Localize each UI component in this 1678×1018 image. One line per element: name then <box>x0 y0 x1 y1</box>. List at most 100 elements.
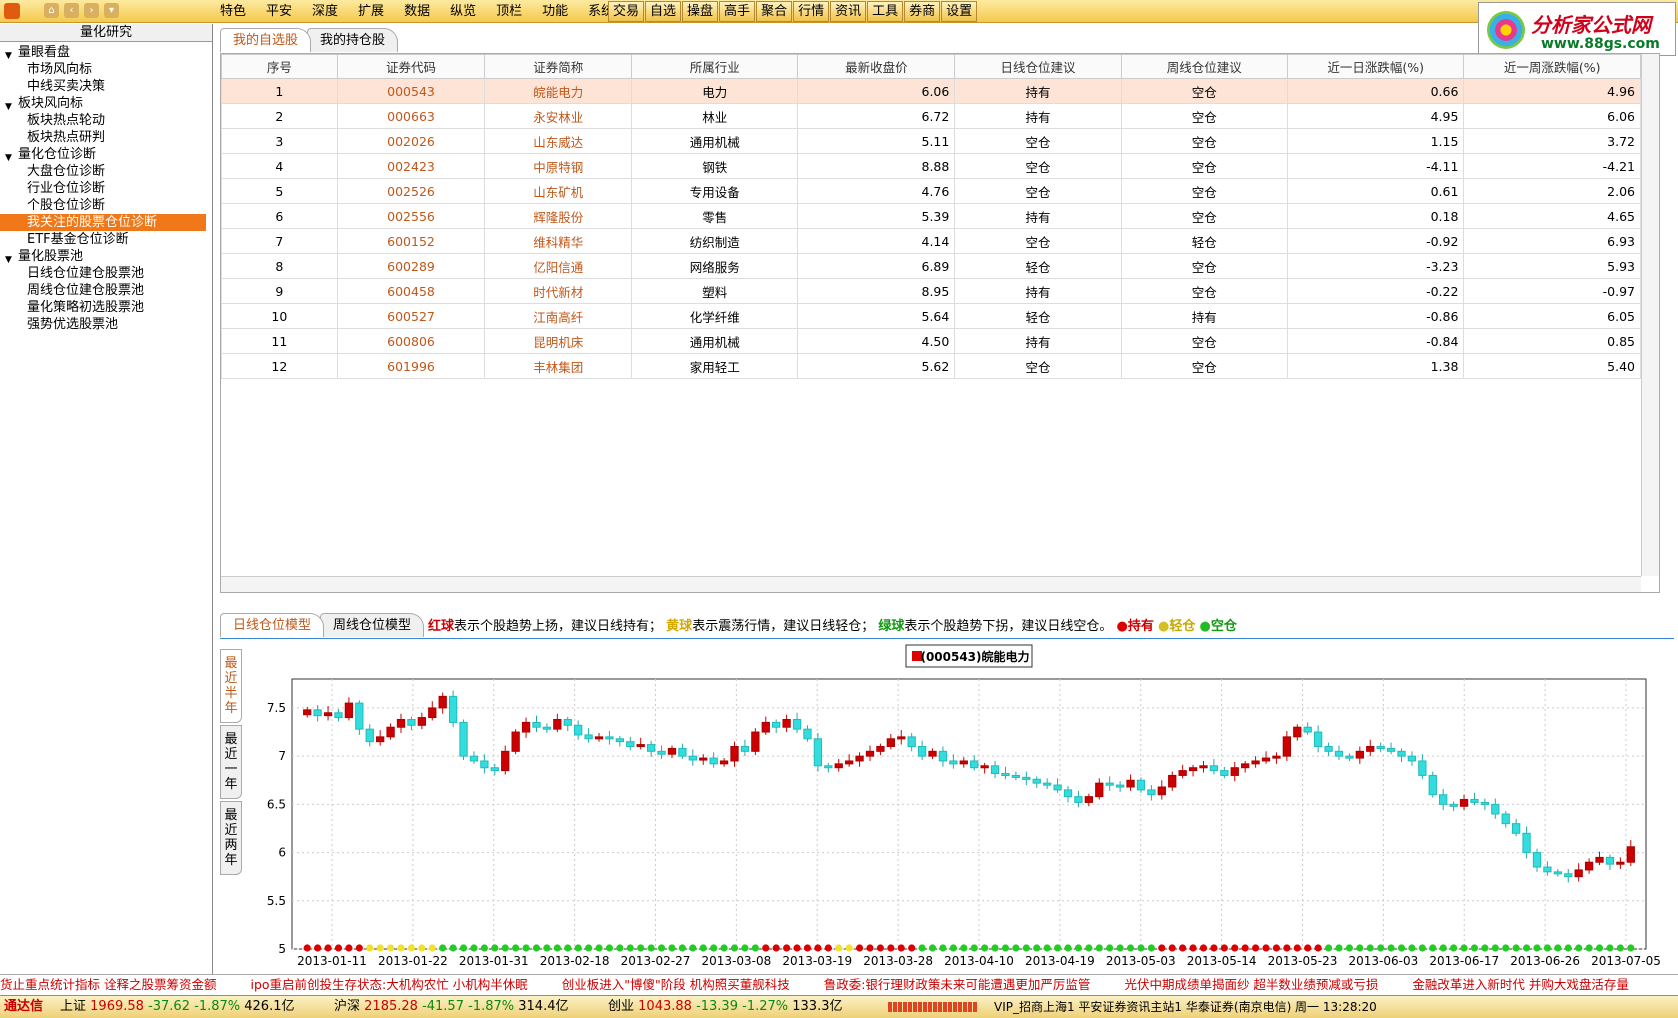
table-row[interactable]: 7 600152 维科精华 纺织制造 4.14 空仓 轻仓 -0.92 6.93 <box>221 228 1641 254</box>
candle-body <box>563 719 572 726</box>
candle-body <box>334 712 343 719</box>
toolbar-button[interactable]: 设置 <box>941 1 978 22</box>
table-row[interactable]: 9 600458 时代新材 塑料 8.95 持有 空仓 -0.22 -0.97 <box>221 278 1641 304</box>
tab-one-year[interactable]: 最近一年 <box>220 725 242 799</box>
position-dot <box>1126 944 1135 952</box>
tree-item[interactable]: 我关注的股票仓位诊断 <box>0 214 206 231</box>
menu-item[interactable]: 扩展 <box>348 2 394 21</box>
column-header[interactable]: 证券简称 <box>484 54 633 79</box>
index-cy[interactable]: 创业 1043.88 -13.39 -1.27% 133.3亿 <box>608 996 842 1018</box>
table-row[interactable]: 6 002556 辉隆股份 零售 5.39 持有 空仓 0.18 4.65 <box>221 203 1641 229</box>
table-row[interactable]: 5 002526 山东矿机 专用设备 4.76 空仓 空仓 0.61 2.06 <box>221 178 1641 204</box>
tree-item[interactable]: 日线仓位建仓股票池 <box>0 265 212 282</box>
index-sh[interactable]: 上证 1969.58 -37.62 -1.87% 426.1亿 <box>60 996 294 1018</box>
tree-item[interactable]: 市场风向标 <box>0 61 212 78</box>
position-dot <box>1522 944 1531 952</box>
tree-group[interactable]: ▼ 量化股票池 <box>0 248 212 265</box>
tab-weekly-model[interactable]: 周线仓位模型 <box>320 613 425 637</box>
toolbar-button[interactable]: 资讯 <box>830 1 867 22</box>
candle-body <box>1011 774 1021 778</box>
tab-two-years[interactable]: 最近两年 <box>220 801 242 875</box>
table-row[interactable]: 10 600527 江南高纤 化学纤维 5.64 轻仓 持有 -0.86 6.05 <box>221 303 1641 329</box>
menu-item[interactable]: 平安 <box>256 2 302 21</box>
column-header[interactable]: 证券代码 <box>336 54 486 79</box>
home-icon[interactable]: ⌂ <box>44 3 59 18</box>
news-item[interactable]: 金融改革进入新时代 并购大戏盘活存量 <box>1412 977 1628 992</box>
news-item[interactable]: 创业板进入"博傻"阶段 机构照买董舰科技 <box>562 977 790 992</box>
menu-item[interactable]: 顶栏 <box>486 2 532 21</box>
toolbar-button[interactable]: 操盘 <box>682 1 719 22</box>
toolbar-button[interactable]: 自选 <box>645 1 682 22</box>
column-header[interactable]: 最新收盘价 <box>797 54 956 79</box>
tree-group[interactable]: ▼ 板块风向标 <box>0 95 212 112</box>
table-cell: 轻仓 <box>954 303 1122 329</box>
back-icon[interactable]: ‹ <box>64 3 79 18</box>
tree-item[interactable]: 板块热点轮动 <box>0 112 212 129</box>
table-cell: 3.72 <box>1463 128 1641 154</box>
column-header[interactable]: 近一日涨跌幅(%) <box>1286 54 1465 79</box>
index-sz[interactable]: 沪深 2185.28 -41.57 -1.87% 314.4亿 <box>334 996 568 1018</box>
table-row[interactable]: 12 601996 丰林集团 家用轻工 5.62 空仓 空仓 1.38 5.40 <box>221 353 1641 379</box>
tree-item[interactable]: 中线买卖决策 <box>0 78 212 95</box>
news-item[interactable]: ipo重启前创投生存状态:大机构农忙 小机构半休眠 <box>250 977 527 992</box>
tree-item[interactable]: 周线仓位建仓股票池 <box>0 282 212 299</box>
menu-item[interactable]: 功能 <box>532 2 578 21</box>
tab-my-watchlist[interactable]: 我的自选股 <box>220 28 312 52</box>
tree-item[interactable]: 强势优选股票池 <box>0 316 212 333</box>
plot-area <box>291 678 1647 950</box>
candle-body <box>1501 813 1510 825</box>
vertical-scrollbar[interactable] <box>1641 54 1659 576</box>
menu-item[interactable]: 数据 <box>394 2 440 21</box>
dropdown-icon[interactable]: ▾ <box>104 3 119 18</box>
table-cell: 通用机械 <box>631 128 799 154</box>
candle-body <box>1334 750 1344 757</box>
tab-half-year[interactable]: 最近半年 <box>220 649 242 723</box>
tree-group[interactable]: ▼ 量化仓位诊断 <box>0 146 212 163</box>
table-row[interactable]: 4 002423 中原特钢 钢铁 8.88 空仓 空仓 -4.11 -4.21 <box>221 153 1641 179</box>
position-dot <box>1252 944 1260 952</box>
toolbar-button[interactable]: 高手 <box>719 1 756 22</box>
table-row[interactable]: 11 600806 昆明机床 通用机械 4.50 持有 空仓 -0.84 0.85 <box>221 328 1641 354</box>
tree-item[interactable]: 板块热点研判 <box>0 129 212 146</box>
column-header[interactable]: 所属行业 <box>631 54 799 79</box>
table-cell: 000543 <box>336 78 486 104</box>
news-item[interactable]: 货止重点统计指标 诠释之股票筹资金额 <box>0 977 216 992</box>
tree-item[interactable]: 行业仓位诊断 <box>0 180 212 197</box>
app-name: 通达信 <box>4 999 44 1014</box>
forward-icon[interactable]: › <box>84 3 99 18</box>
tree-item[interactable]: 个股仓位诊断 <box>0 197 212 214</box>
toolbar-button[interactable]: 工具 <box>867 1 904 22</box>
table-row[interactable]: 3 002026 山东威达 通用机械 5.11 空仓 空仓 1.15 3.72 <box>221 128 1641 154</box>
horizontal-scrollbar[interactable] <box>221 576 1641 592</box>
toolbar-button[interactable]: 券商 <box>904 1 941 22</box>
candle-body <box>323 712 333 717</box>
news-item[interactable]: 鲁政委:银行理财政策未来可能遭遇更加严厉监管 <box>824 977 1091 992</box>
sidebar-tree: ▼ 量眼看盘 市场风向标 中线买卖决策 ▼ 板块风向标 板块热点轮动 板块热点研判 ▼ 量化仓位诊… <box>0 42 212 333</box>
tree-group[interactable]: ▼ 量眼看盘 <box>0 44 212 61</box>
legend-red-label: 红球 <box>428 619 455 634</box>
menu-item[interactable]: 深度 <box>302 2 348 21</box>
tab-my-holdings[interactable]: 我的持仓股 <box>307 28 399 52</box>
menu-item[interactable]: 特色 <box>210 2 256 21</box>
position-dot <box>1304 944 1312 952</box>
toolbar-button[interactable]: 行情 <box>793 1 830 22</box>
table-cell: 4 <box>221 153 338 179</box>
table-row[interactable]: 8 600289 亿阳信通 网络服务 6.89 轻仓 空仓 -3.23 5.93 <box>221 253 1641 279</box>
tree-item[interactable]: ETF基金仓位诊断 <box>0 231 212 248</box>
tree-item[interactable]: 量化策略初选股票池 <box>0 299 212 316</box>
tree-item[interactable]: 大盘仓位诊断 <box>0 163 212 180</box>
column-header[interactable]: 序号 <box>221 54 338 79</box>
toolbar-button[interactable]: 交易 <box>608 1 645 22</box>
table-row[interactable]: 1 000543 皖能电力 电力 6.06 持有 空仓 0.66 4.96 <box>221 78 1641 104</box>
toolbar-button[interactable]: 聚合 <box>756 1 793 22</box>
column-header[interactable]: 近一周涨跌幅(%) <box>1463 54 1641 79</box>
column-header[interactable]: 周线仓位建议 <box>1120 54 1288 79</box>
table-cell: 轻仓 <box>954 253 1122 279</box>
position-dot <box>418 944 426 952</box>
news-item[interactable]: 光伏中期成绩单揭面纱 超半数业绩预减或亏损 <box>1124 977 1378 992</box>
tab-daily-model[interactable]: 日线仓位模型 <box>220 613 325 637</box>
chart-period-tabs: 最近半年 最近一年 最近两年 <box>220 649 244 877</box>
table-row[interactable]: 2 000663 永安林业 林业 6.72 持有 空仓 4.95 6.06 <box>221 103 1641 129</box>
column-header[interactable]: 日线仓位建议 <box>954 54 1122 79</box>
menu-item[interactable]: 纵览 <box>440 2 486 21</box>
